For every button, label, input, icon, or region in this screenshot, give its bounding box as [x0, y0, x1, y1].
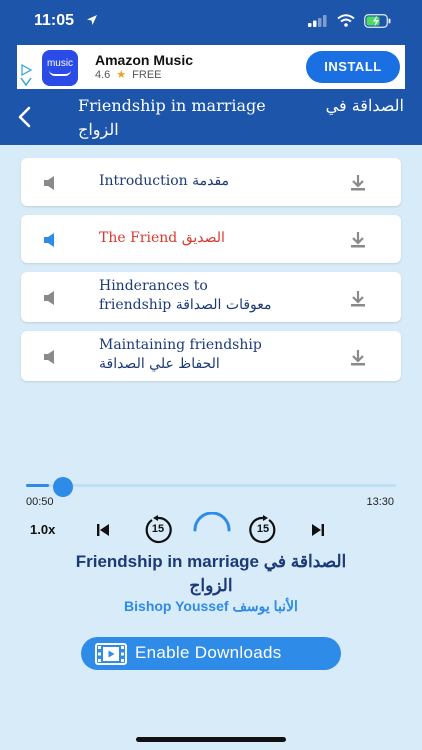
- amazon-music-logo: music: [42, 50, 78, 86]
- download-icon[interactable]: [349, 174, 367, 192]
- ad-banner[interactable]: music Amazon Music 4.6 ★ FREE INSTALL: [17, 45, 405, 89]
- track-title: Maintaining friendship الحفاظ علي الصداق…: [99, 336, 329, 374]
- enable-downloads-label: Enable Downloads: [135, 643, 282, 662]
- speaker-icon: [44, 350, 54, 364]
- now-playing-title-ar-1: الصداقة في: [263, 552, 347, 571]
- track-title-en: Hinderances to: [99, 278, 208, 294]
- home-indicator[interactable]: [136, 737, 286, 742]
- download-icon[interactable]: [349, 231, 367, 249]
- skip-forward-button[interactable]: 15: [248, 515, 278, 545]
- download-icon[interactable]: [349, 290, 367, 308]
- track-title: Hinderances to friendship معوقات الصداقة: [99, 277, 329, 315]
- track-row-introduction[interactable]: Introduction مقدمة: [21, 158, 401, 206]
- speaker-icon: [44, 176, 54, 190]
- playback-speed-button[interactable]: 1.0x: [30, 522, 55, 537]
- track-title-ar: معوقات الصداقة: [175, 297, 272, 313]
- cellular-signal-icon: [308, 15, 327, 27]
- previous-track-icon[interactable]: [95, 522, 111, 538]
- now-playing-author: Bishop Youssef الأنبا يوسف: [0, 598, 422, 615]
- speaker-active-icon: [44, 233, 54, 247]
- location-arrow-icon: [87, 15, 97, 25]
- track-row-the-friend[interactable]: The Friend الصديق: [21, 215, 401, 263]
- track-title: The Friend الصديق: [99, 229, 329, 248]
- track-row-hinderances[interactable]: Hinderances to friendship معوقات الصداقة: [21, 272, 401, 322]
- page-title-en: Friendship in marriage: [78, 96, 266, 115]
- page-title: Friendship in marriage الصداقة في الزواج: [78, 94, 404, 142]
- skip-forward-seconds: 15: [256, 523, 270, 535]
- now-playing-title-ar-2: الزواج: [189, 576, 233, 595]
- ad-app-name: Amazon Music: [95, 52, 194, 68]
- enable-downloads-button[interactable]: Enable Downloads: [81, 637, 341, 670]
- ad-rating: 4.6: [95, 68, 111, 81]
- wifi-icon: [337, 14, 355, 27]
- seek-bar-progress: [26, 484, 49, 487]
- track-title: Introduction مقدمة: [99, 172, 329, 191]
- back-chevron-icon[interactable]: [16, 105, 36, 129]
- now-playing-title-en: Friendship in marriage: [75, 552, 259, 571]
- skip-back-button[interactable]: 15: [143, 515, 173, 545]
- star-icon: ★: [116, 69, 127, 81]
- ad-meta: 4.6 ★ FREE: [95, 68, 162, 82]
- track-title-en: Introduction: [99, 173, 188, 189]
- author-ar: الأنبا يوسف: [232, 598, 298, 614]
- download-icon[interactable]: [349, 349, 367, 367]
- amazon-smile-icon: [49, 70, 71, 76]
- status-time: 11:05: [34, 12, 75, 29]
- elapsed-time: 00:50: [26, 496, 54, 508]
- loading-spinner-icon: [193, 512, 231, 532]
- now-playing-title: Friendship in marriage الصداقة في الزواج: [20, 550, 402, 598]
- ad-logo-text: music: [46, 58, 74, 69]
- status-bar: 11:05: [0, 0, 422, 44]
- track-title-ar: الحفاظ علي الصداقة: [99, 356, 220, 372]
- page-title-ar-2: الزواج: [78, 120, 119, 139]
- track-row-maintaining[interactable]: Maintaining friendship الحفاظ علي الصداق…: [21, 331, 401, 381]
- film-strip-icon: [95, 643, 127, 665]
- adchoices-icon[interactable]: [20, 63, 34, 87]
- track-title-en: Maintaining friendship: [99, 337, 262, 353]
- page-title-ar-1: الصداقة في: [325, 96, 404, 115]
- track-title-ar: الصديق: [181, 230, 225, 246]
- seek-bar-thumb[interactable]: [52, 477, 73, 497]
- track-list: Introduction مقدمة The Friend الصديق Hin…: [21, 158, 401, 390]
- speaker-icon: [44, 291, 54, 305]
- seek-bar[interactable]: [26, 484, 396, 487]
- total-duration: 13:30: [366, 496, 394, 508]
- skip-back-seconds: 15: [151, 523, 165, 535]
- battery-charging-icon: [364, 14, 391, 28]
- track-title-en: The Friend: [99, 230, 178, 246]
- ad-price: FREE: [132, 68, 162, 81]
- next-track-icon[interactable]: [310, 522, 326, 538]
- author-en: Bishop Youssef: [124, 598, 229, 614]
- track-title-ar: مقدمة: [192, 173, 230, 189]
- track-title-en-2: friendship: [99, 297, 172, 313]
- ad-install-button[interactable]: INSTALL: [306, 51, 400, 83]
